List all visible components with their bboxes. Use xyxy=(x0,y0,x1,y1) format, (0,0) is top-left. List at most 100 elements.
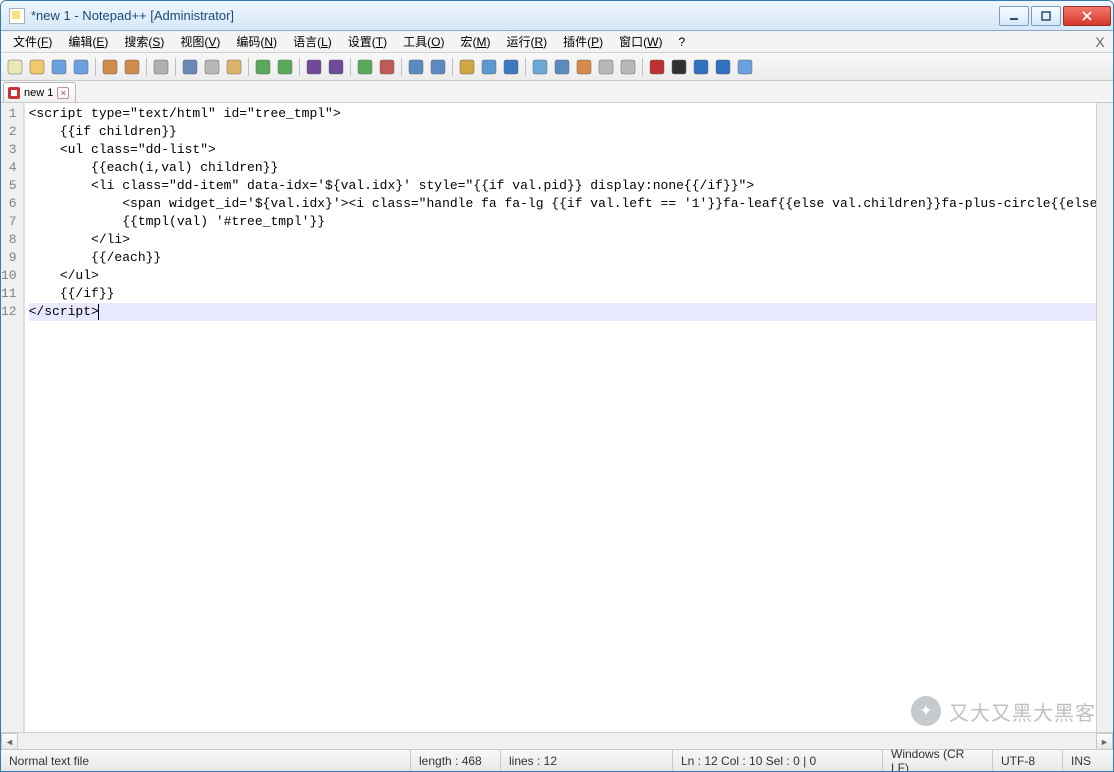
file-unsaved-icon xyxy=(8,87,20,99)
wordwrap-icon[interactable] xyxy=(457,57,477,77)
save-icon[interactable] xyxy=(49,57,69,77)
code-line[interactable]: <script type="text/html" id="tree_tmpl"> xyxy=(29,105,1113,123)
code-line[interactable]: <ul class="dd-list"> xyxy=(29,141,1113,159)
menu-f[interactable]: 文件(F) xyxy=(5,32,60,52)
toolbar-separator xyxy=(248,58,249,76)
code-line[interactable]: {{/each}} xyxy=(29,249,1113,267)
menu-t[interactable]: 设置(T) xyxy=(340,32,395,52)
monitor-icon[interactable] xyxy=(552,57,572,77)
status-encoding[interactable]: UTF-8 xyxy=(993,750,1063,771)
menu-e[interactable]: 编辑(E) xyxy=(60,32,116,52)
maximize-button[interactable] xyxy=(1031,6,1061,26)
folder-icon[interactable] xyxy=(618,57,638,77)
titlebar[interactable]: *new 1 - Notepad++ [Administrator] xyxy=(1,1,1113,31)
toolbar-separator xyxy=(350,58,351,76)
menu-n[interactable]: 编码(N) xyxy=(228,32,285,52)
sync-v-icon[interactable] xyxy=(406,57,426,77)
zoom-out-icon[interactable] xyxy=(377,57,397,77)
code-line[interactable]: <span widget_id='${val.idx}'><i class="h… xyxy=(29,195,1113,213)
line-number: 5 xyxy=(1,177,17,195)
sync-h-icon[interactable] xyxy=(428,57,448,77)
code-line[interactable]: {{tmpl(val) '#tree_tmpl'}} xyxy=(29,213,1113,231)
toolbar-separator xyxy=(401,58,402,76)
save-all-icon[interactable] xyxy=(71,57,91,77)
status-insert-mode[interactable]: INS xyxy=(1063,750,1113,771)
scroll-left-button[interactable]: ◄ xyxy=(1,733,18,750)
editor[interactable]: 123456789101112 <script type="text/html"… xyxy=(1,103,1113,732)
watermark-icon: ✦ xyxy=(911,696,941,726)
zoom-in-icon[interactable] xyxy=(355,57,375,77)
menu-m[interactable]: 宏(M) xyxy=(452,32,498,52)
func-list-icon[interactable] xyxy=(596,57,616,77)
app-window: *new 1 - Notepad++ [Administrator] 文件(F)… xyxy=(0,0,1114,772)
cut-icon[interactable] xyxy=(180,57,200,77)
redo-icon[interactable] xyxy=(275,57,295,77)
undo-icon[interactable] xyxy=(253,57,273,77)
toolbar-separator xyxy=(175,58,176,76)
menu-s[interactable]: 搜索(S) xyxy=(116,32,172,52)
menu-p[interactable]: 插件(P) xyxy=(555,32,611,52)
replace-icon[interactable] xyxy=(326,57,346,77)
menubar: 文件(F)编辑(E)搜索(S)视图(V)编码(N)语言(L)设置(T)工具(O)… xyxy=(1,31,1113,53)
lang-icon[interactable] xyxy=(530,57,550,77)
new-file-icon[interactable] xyxy=(5,57,25,77)
code-line[interactable]: </script> xyxy=(29,303,1113,321)
watermark-text: 又大又黑大黑客 xyxy=(949,697,1096,726)
indent-guide-icon[interactable] xyxy=(501,57,521,77)
horizontal-scrollbar[interactable]: ◄ ► xyxy=(1,732,1113,749)
print-icon[interactable] xyxy=(151,57,171,77)
status-filetype: Normal text file xyxy=(1,750,411,771)
line-number: 2 xyxy=(1,123,17,141)
menubar-close-button[interactable]: X xyxy=(1091,33,1109,51)
app-icon xyxy=(9,8,25,24)
code-line[interactable]: {{/if}} xyxy=(29,285,1113,303)
minimize-button[interactable] xyxy=(999,6,1029,26)
code-line[interactable]: {{each(i,val) children}} xyxy=(29,159,1113,177)
close-all-icon[interactable] xyxy=(122,57,142,77)
code-line[interactable]: <li class="dd-item" data-idx='${val.idx}… xyxy=(29,177,1113,195)
menu-w[interactable]: 窗口(W) xyxy=(611,32,670,52)
status-eol[interactable]: Windows (CR LF) xyxy=(883,750,993,771)
scroll-track[interactable] xyxy=(18,733,1096,749)
status-lines: lines : 12 xyxy=(501,750,673,771)
scroll-right-button[interactable]: ► xyxy=(1096,733,1113,750)
vertical-scrollbar[interactable] xyxy=(1096,103,1113,732)
tab-label: new 1 xyxy=(24,87,53,99)
toolbar-separator xyxy=(642,58,643,76)
toolbar-separator xyxy=(452,58,453,76)
line-number: 4 xyxy=(1,159,17,177)
copy-icon[interactable] xyxy=(202,57,222,77)
window-title: *new 1 - Notepad++ [Administrator] xyxy=(31,8,999,23)
statusbar: Normal text file length : 468 lines : 12… xyxy=(1,749,1113,771)
code-line[interactable]: </li> xyxy=(29,231,1113,249)
menu-o[interactable]: 工具(O) xyxy=(395,32,452,52)
window-close-button[interactable] xyxy=(1063,6,1111,26)
paste-icon[interactable] xyxy=(224,57,244,77)
toolbar-separator xyxy=(525,58,526,76)
menu-r[interactable]: 运行(R) xyxy=(498,32,555,52)
play-icon[interactable] xyxy=(691,57,711,77)
menu-help[interactable]: ? xyxy=(670,32,693,52)
save-macro-icon[interactable] xyxy=(735,57,755,77)
find-icon[interactable] xyxy=(304,57,324,77)
stop-icon[interactable] xyxy=(669,57,689,77)
show-all-icon[interactable] xyxy=(479,57,499,77)
line-number: 7 xyxy=(1,213,17,231)
menu-l[interactable]: 语言(L) xyxy=(285,32,340,52)
play-multi-icon[interactable] xyxy=(713,57,733,77)
tab-new1[interactable]: new 1 × xyxy=(3,82,76,102)
code-area[interactable]: <script type="text/html" id="tree_tmpl">… xyxy=(25,103,1113,732)
tab-close-button[interactable]: × xyxy=(57,87,69,99)
menu-v[interactable]: 视图(V) xyxy=(172,32,228,52)
close-icon[interactable] xyxy=(100,57,120,77)
line-number: 3 xyxy=(1,141,17,159)
line-number: 12 xyxy=(1,303,17,321)
record-icon[interactable] xyxy=(647,57,667,77)
watermark: ✦ 又大又黑大黑客 xyxy=(911,696,1096,726)
code-line[interactable]: </ul> xyxy=(29,267,1113,285)
text-cursor xyxy=(98,304,99,320)
toolbar-separator xyxy=(299,58,300,76)
doc-map-icon[interactable] xyxy=(574,57,594,77)
code-line[interactable]: {{if children}} xyxy=(29,123,1113,141)
open-icon[interactable] xyxy=(27,57,47,77)
